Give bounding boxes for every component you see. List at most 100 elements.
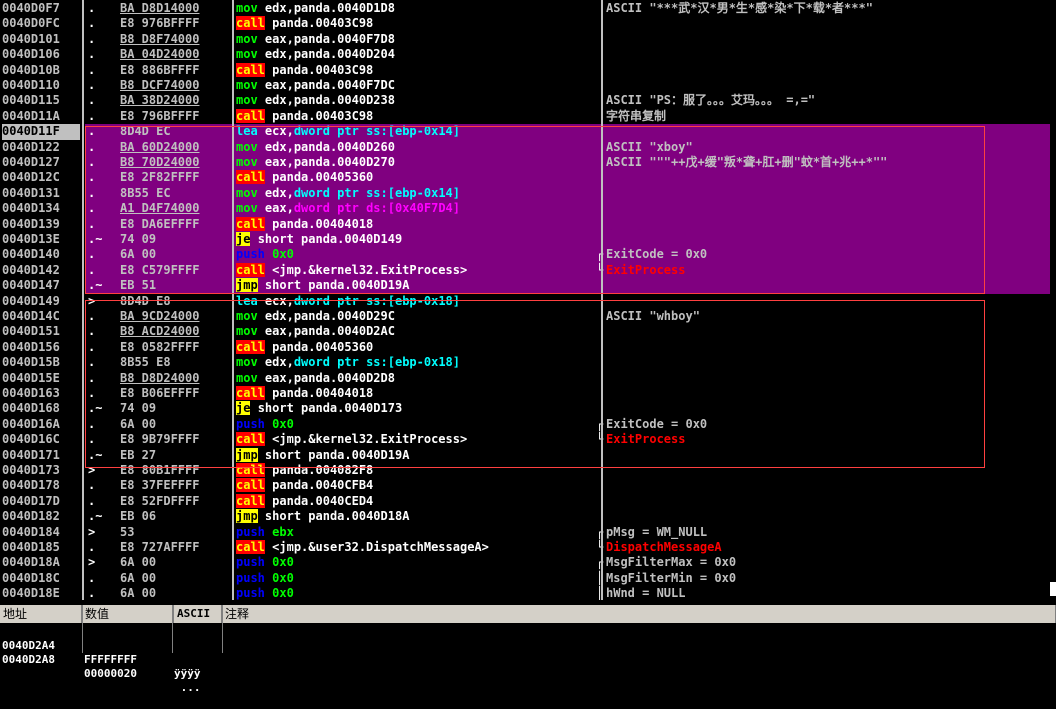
dump-row[interactable]: 0040D2A4 FFFFFFFF ÿÿÿÿ (0, 625, 201, 680)
hex-bytes: B8 D8F74000 (120, 31, 200, 46)
mnemonic: push (236, 524, 265, 539)
flow-marker: . (88, 108, 96, 123)
hex-dump-cell: B8 DCF74000 (120, 78, 230, 93)
scrollbar-thumb[interactable] (1050, 582, 1056, 596)
address-cell: 0040D149 (2, 293, 60, 308)
comment-cell: DispatchMessageA (606, 540, 722, 554)
disasm-row[interactable]: 0040D0F7. BA D8D14000 mov edx,panda.0040D1… (0, 1, 1056, 16)
flow-marker: . (88, 1, 96, 15)
instruction-cell: push 0x0 (236, 571, 598, 586)
disassembly-pane[interactable]: 0040D0F7. BA D8D14000 mov edx,panda.0040D1… (0, 0, 1056, 600)
instruction-cell: mov eax,panda.0040F7DC (236, 78, 598, 93)
hex-bytes: 53 (120, 524, 135, 539)
annotation-box-1 (85, 126, 985, 294)
disasm-row[interactable]: 0040D11A. E8 796BFFFF call panda.00403C98 字… (0, 108, 1056, 124)
mnemonic: push (236, 555, 265, 570)
flow-marker: . (88, 540, 96, 554)
disasm-row[interactable]: 0040D185. E8 727AFFFF call <jmp.&user32.Di… (0, 540, 1056, 555)
flow-marker: . (88, 16, 96, 31)
disasm-row[interactable]: 0040D101. B8 D8F74000 mov eax,panda.0040F7… (0, 32, 1056, 47)
mnemonic: call (236, 108, 265, 123)
operand: panda.0040CED4 (272, 493, 374, 508)
dump-header-ascii[interactable]: ASCII (174, 605, 222, 623)
hex-bytes: EB 06 (120, 509, 157, 524)
address-cell: 0040D115 (2, 93, 60, 108)
address-cell: 0040D156 (2, 339, 60, 354)
operand: panda.00403C98 (272, 16, 374, 31)
address-cell: 0040D173 (2, 463, 60, 477)
address-cell: 0040D18C (2, 570, 60, 585)
hex-dump-cell: E8 886BFFFF (120, 63, 230, 78)
address-cell: 0040D11F (2, 124, 80, 140)
flow-marker: . (88, 478, 96, 493)
vertical-scrollbar[interactable] (1050, 0, 1056, 600)
disasm-row[interactable]: 0040D106. BA 04D24000 mov edx,panda.0040D2… (0, 47, 1056, 62)
address-cell: 0040D15E (2, 370, 60, 385)
disasm-row[interactable]: 0040D184 >53 push ebx ┌ pMsg = WM_NULL (0, 525, 1056, 540)
operand: panda.00403C98 (272, 62, 374, 77)
disasm-row[interactable]: 0040D0FC. E8 976BFFFF call panda.00403C98 (0, 16, 1056, 31)
dump-header-value[interactable]: 数值 (82, 605, 174, 623)
instruction-cell: mov edx,panda.0040D1D8 (236, 1, 598, 16)
instruction-cell: push ebx (236, 525, 598, 540)
operand: ebx (272, 524, 294, 539)
mnemonic: mov (236, 31, 258, 46)
hex-bytes: E8 37FEFFFF (120, 478, 200, 493)
operand: edx,panda.0040D238 (264, 93, 395, 108)
address-cell: 0040D13E (2, 232, 60, 246)
dump-header-comment[interactable]: 注释 (222, 605, 1056, 623)
mnemonic: mov (236, 1, 258, 15)
hex-bytes: 6A 00 (120, 586, 157, 600)
operand: <jmp.&user32.DispatchMessageA> (272, 540, 489, 554)
mnemonic: call (236, 540, 265, 554)
address-cell: 0040D106 (2, 47, 60, 62)
disasm-row[interactable]: 0040D17D. E8 52FDFFFF call panda.0040CED4 (0, 493, 1056, 509)
disasm-row[interactable]: 0040D115. BA 38D24000 mov edx,panda.0040D2… (0, 93, 1056, 108)
dump-divider (82, 605, 83, 653)
dump-address: 0040D2A8 (2, 653, 55, 666)
flow-marker: . (88, 570, 96, 585)
address-cell: 0040D110 (2, 78, 60, 92)
address-cell: 0040D142 (2, 262, 60, 277)
disasm-row[interactable]: 0040D178. E8 37FEFFFF call panda.0040CFB4 (0, 478, 1056, 493)
disasm-row[interactable]: 0040D18A >6A 00 push 0x0 ┌ MsgFilterMax = 0x… (0, 555, 1056, 570)
address-cell: 0040D16A (2, 416, 60, 431)
instruction-cell: call <jmp.&user32.DispatchMessageA> (236, 540, 598, 555)
operand: eax,panda.0040F7D8 (264, 31, 395, 46)
address-cell: 0040D16C (2, 432, 60, 447)
disasm-row[interactable]: 0040D110. B8 DCF74000 mov eax,panda.0040F7… (0, 78, 1056, 93)
address-cell: 0040D131 (2, 185, 60, 200)
instruction-cell: mov edx,panda.0040D204 (236, 47, 598, 62)
mnemonic: push (236, 570, 265, 585)
dump-row[interactable]: 0040D2A8 00000020 ... (0, 639, 201, 694)
hex-dump-cell: E8 37FEFFFF (120, 478, 230, 493)
address-cell: 0040D101 (2, 31, 60, 46)
operand: 0x0 (272, 586, 294, 600)
address-cell: 0040D168 (2, 401, 60, 416)
address-cell: 0040D171 (2, 447, 60, 462)
operand: panda.00403C98 (272, 108, 374, 123)
address-cell: 0040D127 (2, 155, 60, 169)
address-cell: 0040D139 (2, 216, 60, 231)
hex-bytes: BA 38D24000 (120, 93, 200, 108)
hex-dump-cell: 6A 00 (120, 571, 230, 586)
comment-cell: 字符串复制 (606, 108, 667, 123)
dump-pane[interactable]: 地址 数值 ASCII 注释 0040D2A4 FFFFFFFF ÿÿÿÿ 00… (0, 600, 1056, 694)
address-cell: 0040D163 (2, 386, 60, 400)
hex-bytes: 6A 00 (120, 555, 157, 570)
address-cell: 0040D10B (2, 62, 60, 77)
address-cell: 0040D15B (2, 355, 60, 370)
mnemonic: mov (236, 78, 258, 92)
disasm-row[interactable]: 0040D18E. 6A 00 push 0x0 │ hWnd = NULL (0, 586, 1056, 600)
dump-divider (172, 605, 173, 653)
dump-header-address[interactable]: 地址 (0, 605, 82, 623)
disasm-row[interactable]: 0040D10B. E8 886BFFFF call panda.00403C98 (0, 62, 1056, 78)
address-cell: 0040D17D (2, 493, 60, 508)
disasm-row[interactable]: 0040D182 .~ EB 06 jmp short panda.0040D18A (0, 509, 1056, 524)
hex-bytes: E8 796BFFFF (120, 108, 200, 123)
hex-bytes: E8 976BFFFF (120, 16, 200, 31)
instruction-cell: call panda.00403C98 (236, 16, 598, 31)
instruction-cell: push 0x0 (236, 586, 598, 600)
disasm-row[interactable]: 0040D18C. 6A 00 push 0x0 │ MsgFilterMin = 0x… (0, 571, 1056, 586)
instruction-cell: call panda.00403C98 (236, 62, 598, 78)
